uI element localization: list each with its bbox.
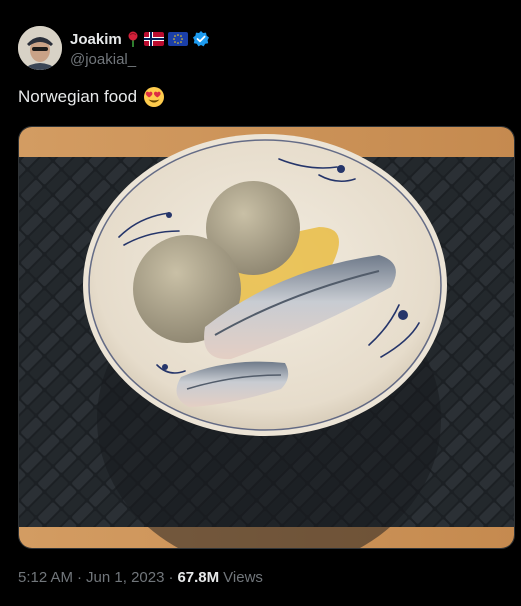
meta-separator-2: · [168, 569, 174, 586]
meta-separator: · [77, 569, 83, 586]
tweet-date[interactable]: Jun 1, 2023 [86, 569, 164, 586]
verified-badge-icon[interactable] [192, 30, 210, 48]
tweet-time[interactable]: 5:12 AM [18, 569, 73, 586]
eu-flag-icon [167, 32, 188, 46]
views-label: Views [223, 569, 263, 586]
avatar[interactable] [18, 26, 62, 70]
rose-icon [126, 31, 140, 47]
tweet-meta: 5:12 AM · Jun 1, 2023 · 67.8M Views [18, 569, 263, 586]
views-count[interactable]: 67.8M [177, 569, 219, 586]
norway-flag-icon [143, 32, 164, 46]
tweet-text: Norwegian food [18, 86, 165, 108]
tweet-text-content: Norwegian food [18, 87, 138, 106]
display-name[interactable]: Joakim [70, 31, 122, 48]
tweet-header: Joakim @joakial_ [18, 24, 210, 72]
heart-eyes-emoji-icon [143, 86, 165, 108]
tweet-photo[interactable] [18, 126, 515, 549]
handle[interactable]: @joakial_ [70, 51, 210, 68]
